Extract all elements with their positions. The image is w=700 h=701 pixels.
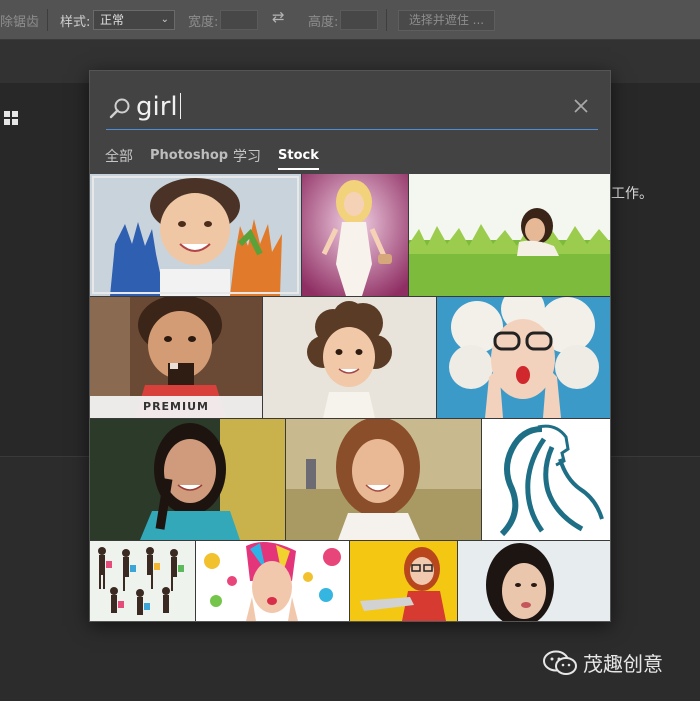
stock-thumbnail-redhead-with-laptop[interactable]: [350, 541, 457, 621]
style-value: 正常: [100, 13, 125, 27]
tab-stock[interactable]: Stock: [278, 148, 319, 170]
stock-thumbnail-child-painted-hands[interactable]: [90, 174, 301, 296]
height-input[interactable]: [340, 10, 378, 30]
style-label: 样式:: [60, 15, 91, 30]
stock-thumbnail-colorful-makeup-woman[interactable]: [196, 541, 349, 621]
stock-thumbnail-cartoon-fashion-girl[interactable]: [302, 174, 408, 296]
stock-thumbnail-girl-eating-chocolate[interactable]: PREMIUM: [90, 297, 262, 418]
wechat-icon: [543, 650, 577, 675]
watermark-text: 茂趣创意: [583, 652, 663, 676]
divider: [386, 9, 387, 31]
tab-learn[interactable]: 学习: [233, 146, 261, 166]
search-panel: girl 全部 Photoshop 学习 Stock PREMIUM: [89, 70, 611, 622]
style-select[interactable]: 正常 ⌄: [93, 10, 175, 30]
height-label: 高度:: [308, 15, 339, 30]
tab-all[interactable]: 全部: [105, 146, 133, 166]
stock-thumbnail-curly-hair-girl[interactable]: [263, 297, 436, 418]
swap-icon[interactable]: ⇄: [272, 8, 285, 26]
search-icon: [109, 98, 130, 119]
width-input[interactable]: [220, 10, 258, 30]
options-bar: 除锯齿 样式: 正常 ⌄ 宽度: ⇄ 高度: 选择并遮住 ...: [0, 0, 700, 40]
watermark: 茂趣创意: [543, 648, 663, 677]
width-label: 宽度:: [188, 15, 219, 30]
stock-thumbnail-woman-lying-in-grass[interactable]: [409, 174, 610, 296]
premium-badge: PREMIUM: [90, 396, 262, 418]
select-and-mask-button[interactable]: 选择并遮住 ...: [398, 10, 495, 31]
divider: [47, 9, 48, 31]
close-icon[interactable]: [572, 97, 590, 115]
background-text: 工作。: [611, 186, 653, 202]
stock-thumbnail-smiling-woman-braid[interactable]: [90, 419, 285, 540]
stock-thumbnail-asian-girl-portrait[interactable]: [458, 541, 610, 621]
stock-thumbnail-woman-hair-illustration[interactable]: [482, 419, 610, 540]
grid-icon[interactable]: [4, 111, 18, 125]
search-input[interactable]: girl: [136, 92, 181, 122]
stock-thumbnail-smiling-woman-field[interactable]: [286, 419, 481, 540]
stock-results-grid: PREMIUM: [90, 174, 610, 621]
search-field[interactable]: girl: [106, 89, 598, 130]
text-cursor: [179, 93, 181, 119]
tab-photoshop[interactable]: Photoshop: [150, 148, 228, 163]
stock-thumbnail-shopping-girls-silhouettes[interactable]: [90, 541, 195, 621]
search-query: girl: [136, 92, 178, 122]
stock-thumbnail-surprised-woman-glasses[interactable]: [437, 297, 610, 418]
chevron-down-icon: ⌄: [160, 14, 169, 25]
antialias-label: 除锯齿: [0, 15, 40, 30]
